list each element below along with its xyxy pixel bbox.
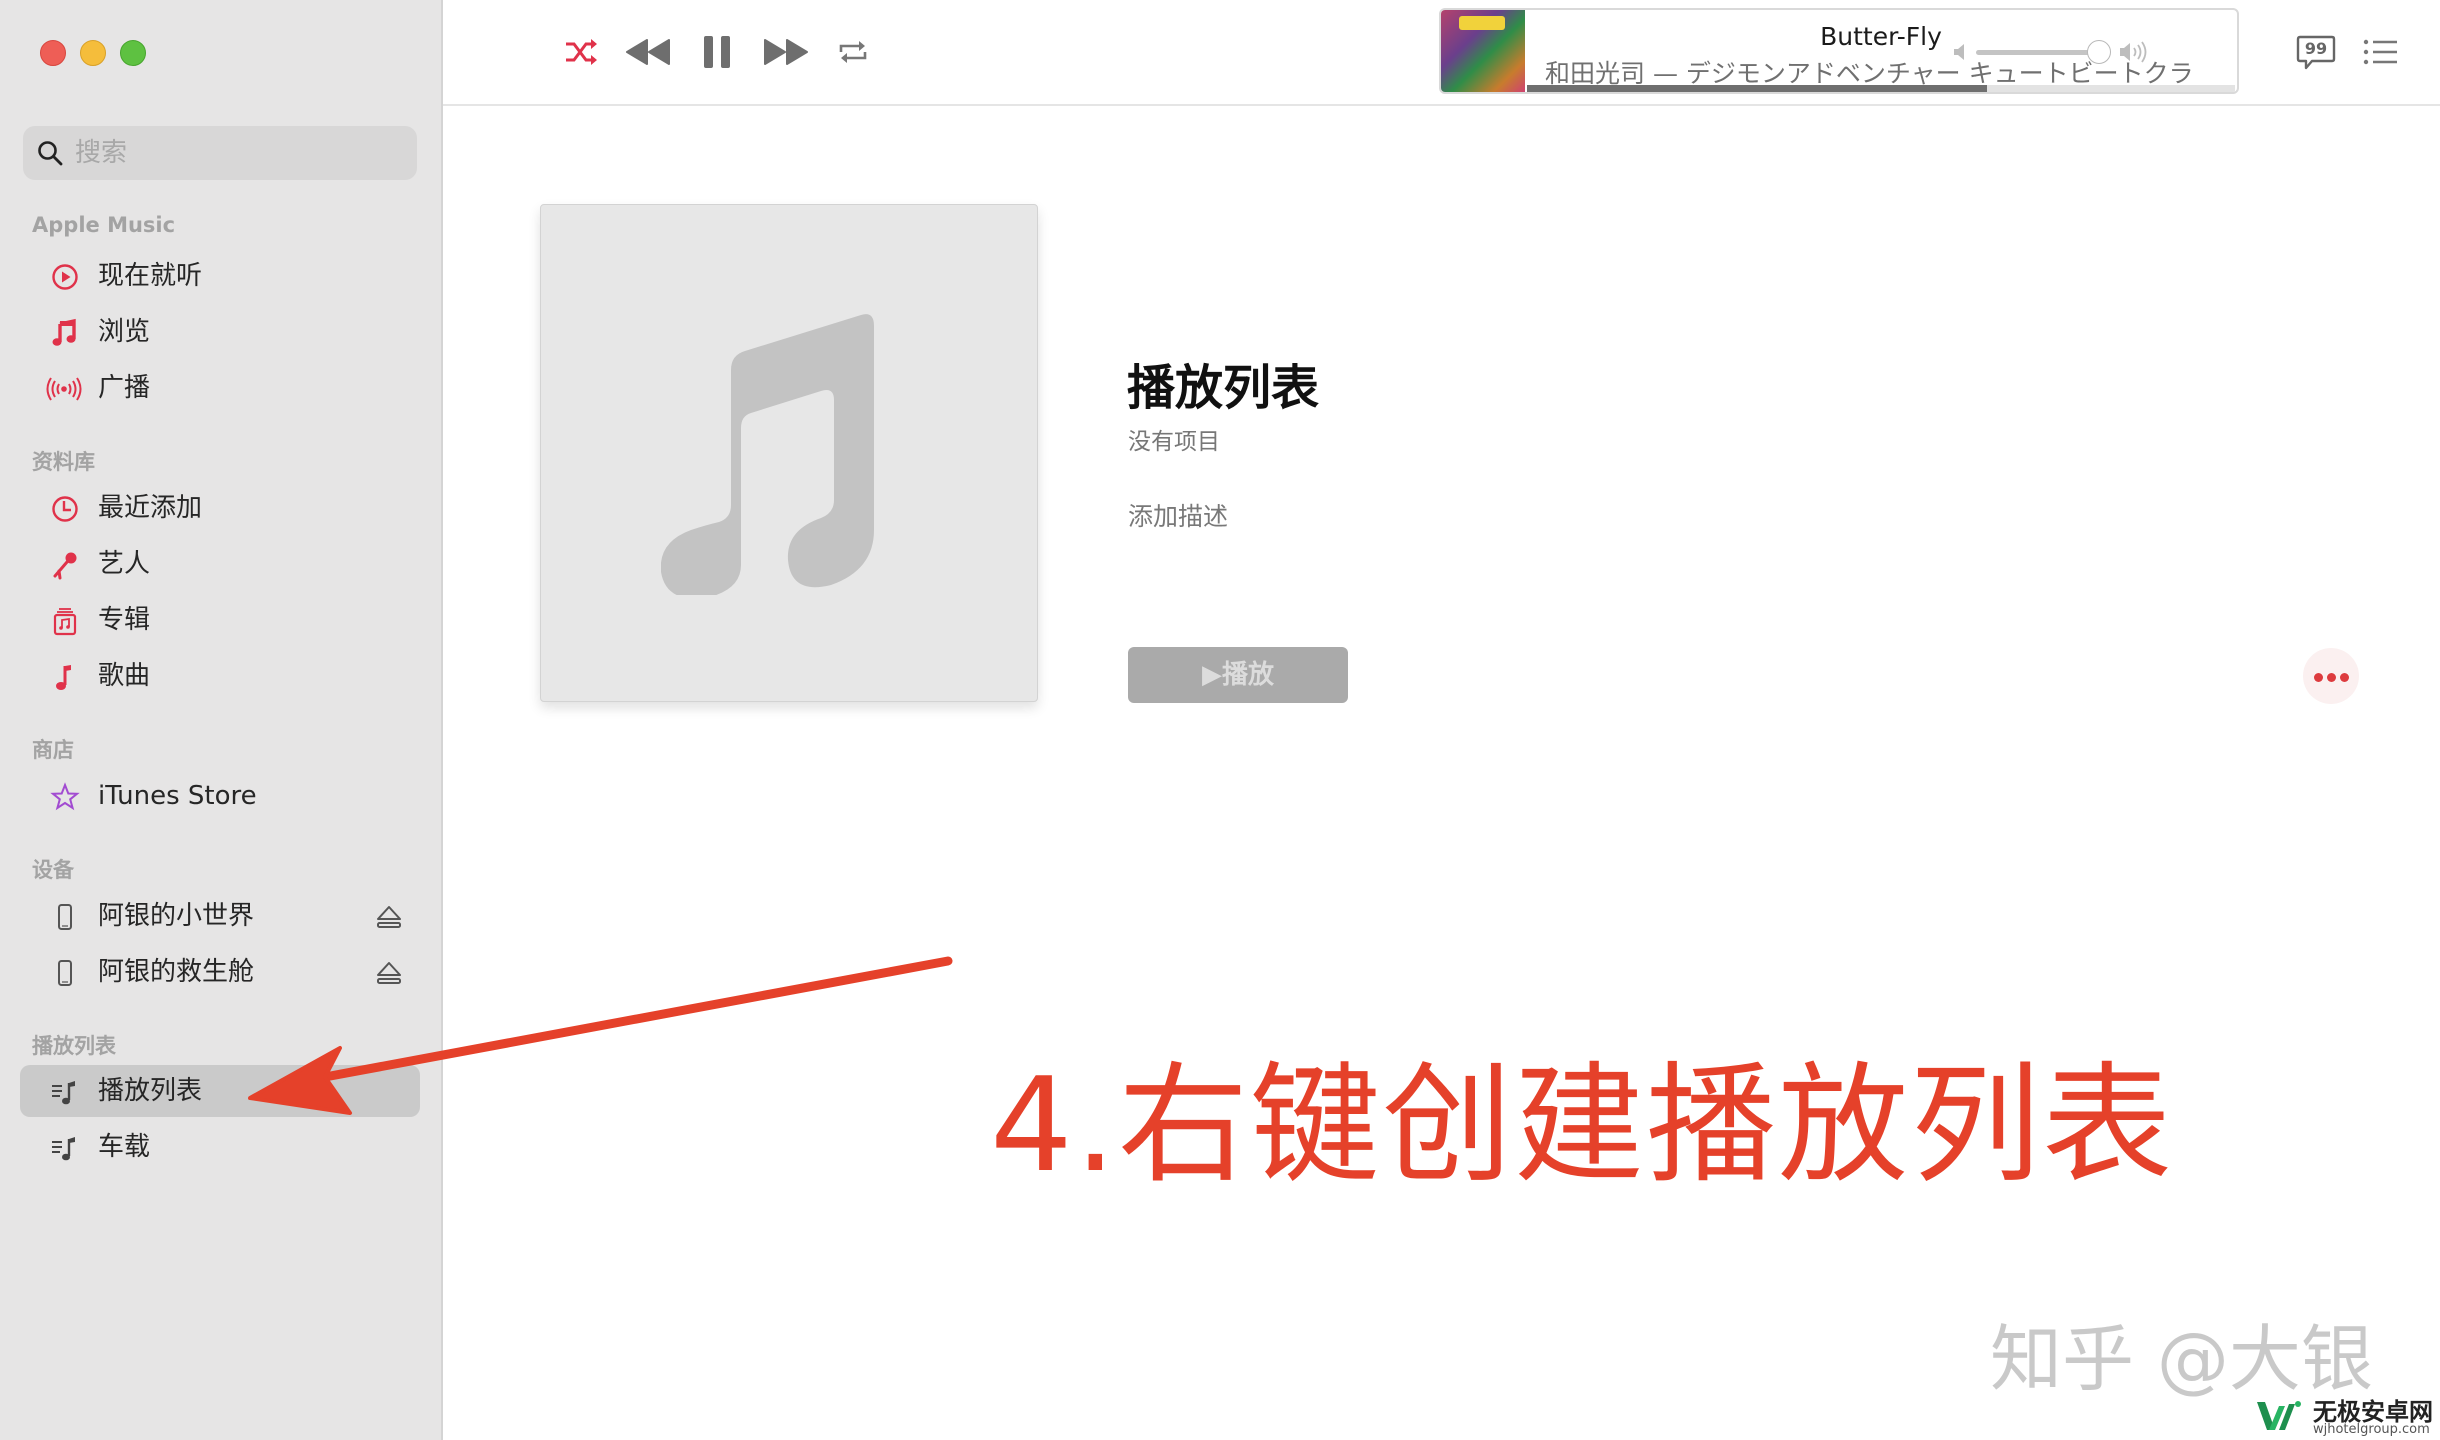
sidebar-item-label: 歌曲	[98, 661, 151, 691]
section-title-devices: 设备	[32, 858, 74, 882]
clock-icon	[52, 496, 78, 522]
sidebar-item-listen-now[interactable]: 现在就听	[20, 250, 420, 302]
playlist-description-field[interactable]: 添加描述	[1128, 497, 1228, 533]
playlist-title[interactable]: 播放列表	[1127, 348, 1319, 418]
sidebar-item-label: 车载	[98, 1132, 151, 1162]
more-dot-icon	[2327, 673, 2336, 682]
previous-icon[interactable]	[623, 30, 673, 74]
play-button-label: 播放	[1221, 660, 1274, 690]
sidebar-item-artists[interactable]: 艺人	[20, 538, 420, 590]
play-button[interactable]: ▶播放	[1128, 647, 1348, 703]
next-icon[interactable]	[761, 30, 811, 74]
sidebar-item-songs[interactable]: 歌曲	[20, 650, 420, 702]
sidebar-item-itunes-store[interactable]: iTunes Store	[20, 770, 420, 822]
sidebar-item-label: 播放列表	[98, 1076, 203, 1106]
site-logo-url: wjhotelgroup.com	[2313, 1422, 2430, 1437]
sidebar: Apple Music 现在就听 浏览 广播 资料库	[0, 0, 443, 1440]
playlist-icon	[52, 1081, 75, 1105]
album-stack-icon	[53, 608, 77, 636]
sidebar-item-device-1[interactable]: 阿银的小世界	[20, 890, 420, 942]
annotation-text: 4.右键创建播放列表	[990, 1049, 2175, 1201]
playlist-icon	[52, 1137, 75, 1161]
search-icon	[38, 141, 63, 166]
watermark-text: 知乎 @大银	[1990, 1317, 2373, 1401]
sidebar-item-radio[interactable]: 广播	[20, 362, 420, 414]
site-logo-mark-icon	[2257, 1401, 2301, 1430]
playback-progress-bar[interactable]	[1527, 85, 2235, 92]
playlist-artwork-placeholder[interactable]	[540, 204, 1038, 702]
up-next-list-icon[interactable]	[2361, 34, 2401, 70]
sidebar-item-browse[interactable]: 浏览	[20, 306, 420, 358]
play-icon: ▶	[1201, 660, 1222, 690]
sidebar-item-label: 最近添加	[98, 493, 203, 523]
volume-slider-knob[interactable]	[2087, 40, 2112, 64]
window-maximize-button[interactable]	[120, 40, 146, 66]
sidebar-item-label: 浏览	[98, 317, 151, 347]
playlist-item-count: 没有项目	[1128, 429, 1220, 455]
star-icon	[50, 782, 80, 811]
single-note-icon	[56, 665, 71, 690]
sidebar-item-label: 阿银的救生舱	[98, 957, 255, 987]
playback-progress-fill	[1527, 85, 1988, 92]
volume-low-icon	[1954, 44, 1964, 60]
volume-control	[1950, 40, 2160, 64]
window-minimize-button[interactable]	[80, 40, 106, 66]
sidebar-item-albums[interactable]: 专辑	[20, 594, 420, 646]
section-title-library: 资料库	[32, 450, 95, 474]
volume-slider-track[interactable]	[1976, 50, 2100, 55]
sidebar-item-car-playlist[interactable]: 车载	[20, 1121, 420, 1173]
more-dot-icon	[2340, 673, 2349, 682]
eject-icon[interactable]	[375, 904, 403, 930]
music-note-icon	[661, 314, 874, 595]
iphone-icon	[58, 960, 72, 986]
sidebar-item-label: 艺人	[98, 549, 151, 579]
sidebar-item-label: iTunes Store	[98, 781, 257, 811]
more-dot-icon	[2314, 673, 2323, 682]
toolbar: Butter-Fly 和田光司 — デジモンアドベンチャー キュートビートクラ …	[443, 0, 2440, 106]
sidebar-item-label: 现在就听	[98, 261, 203, 291]
music-note-icon	[52, 318, 76, 346]
sidebar-item-recently-added[interactable]: 最近添加	[20, 482, 420, 534]
volume-high-icon	[2120, 41, 2147, 63]
iphone-icon	[58, 904, 72, 930]
search-field[interactable]	[23, 126, 417, 180]
svg-text:99: 99	[2305, 39, 2327, 58]
sidebar-item-label: 广播	[98, 373, 151, 403]
sidebar-item-label: 专辑	[98, 605, 151, 635]
lyrics-icon[interactable]: 99	[2296, 34, 2336, 70]
section-title-playlists: 播放列表	[32, 1034, 116, 1058]
play-circle-icon	[52, 264, 78, 290]
section-title-apple-music: Apple Music	[32, 213, 176, 237]
sidebar-item-device-2[interactable]: 阿银的救生舱	[20, 946, 420, 998]
window-close-button[interactable]	[40, 40, 66, 66]
microphone-icon	[53, 552, 77, 580]
radio-broadcast-icon	[46, 377, 82, 401]
eject-icon[interactable]	[375, 960, 403, 986]
repeat-icon[interactable]	[836, 30, 870, 74]
now-playing-artwork[interactable]	[1441, 10, 1525, 92]
site-logo: 无极安卓网 wjhotelgroup.com	[2255, 1392, 2440, 1440]
shuffle-icon[interactable]	[563, 30, 599, 74]
search-input[interactable]	[75, 126, 405, 180]
section-title-store: 商店	[32, 738, 74, 762]
pause-icon[interactable]	[701, 30, 733, 74]
sidebar-item-label: 阿银的小世界	[98, 901, 255, 931]
more-options-button[interactable]	[2303, 648, 2359, 704]
sidebar-item-playlist[interactable]: 播放列表	[20, 1065, 420, 1117]
